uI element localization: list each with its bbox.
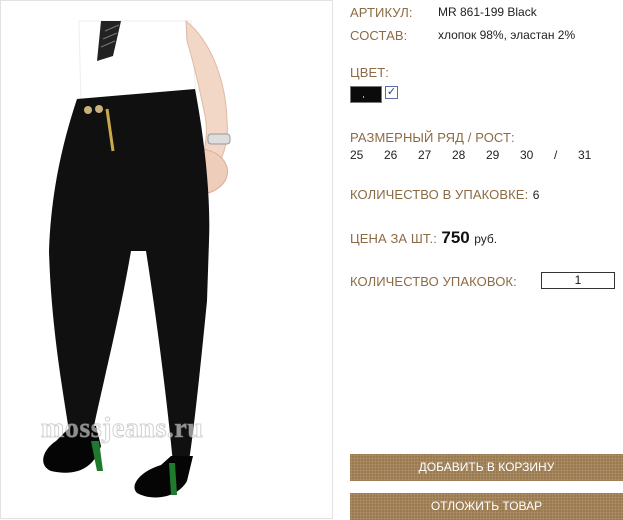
composition-label: СОСТАВ: xyxy=(350,28,408,43)
size-item: 29 xyxy=(486,148,500,162)
article-label: АРТИКУЛ: xyxy=(350,5,413,20)
watermark-text: mossjeans.ru xyxy=(40,413,204,445)
size-item: 31 xyxy=(578,148,592,162)
price-row: ЦЕНА ЗА ШТ.: 750 руб. xyxy=(350,228,497,248)
product-photo[interactable]: mossjeans.ru xyxy=(0,0,333,519)
composition-value: хлопок 98%, эластан 2% xyxy=(438,28,576,42)
article-row: АРТИКУЛ: MR 861-199 Black xyxy=(350,4,537,22)
packs-count-label: КОЛИЧЕСТВО УПАКОВОК: xyxy=(350,274,517,289)
defer-item-button[interactable]: ОТЛОЖИТЬ ТОВАР xyxy=(350,493,623,520)
price-label: ЦЕНА ЗА ШТ.: xyxy=(350,231,437,246)
size-separator: / xyxy=(554,148,558,162)
packs-quantity-input[interactable]: 1 xyxy=(541,272,615,289)
size-item: 25 xyxy=(350,148,364,162)
size-list: 25 26 27 28 29 30 / 31 xyxy=(350,148,612,162)
packs-count-row: КОЛИЧЕСТВО УПАКОВОК: xyxy=(350,273,517,291)
size-row: РАЗМЕРНЫЙ РЯД / РОСТ: xyxy=(350,129,515,147)
price-value: 750 xyxy=(441,228,470,247)
pack-quantity-value: 6 xyxy=(532,188,540,202)
pack-quantity-label: КОЛИЧЕСТВО В УПАКОВКЕ: xyxy=(350,187,529,202)
article-value: MR 861-199 Black xyxy=(438,5,537,19)
size-label: РАЗМЕРНЫЙ РЯД / РОСТ: xyxy=(350,130,515,145)
composition-row: СОСТАВ: хлопок 98%, эластан 2% xyxy=(350,27,575,45)
add-to-cart-button[interactable]: ДОБАВИТЬ В КОРЗИНУ xyxy=(350,454,623,481)
price-currency: руб. xyxy=(474,232,498,246)
pack-quantity-row: КОЛИЧЕСТВО В УПАКОВКЕ: 6 xyxy=(350,186,539,204)
size-item: 30 xyxy=(520,148,534,162)
size-item: 27 xyxy=(418,148,432,162)
color-row: ЦВЕТ: xyxy=(350,64,389,82)
color-swatch-black[interactable] xyxy=(350,86,382,104)
size-item: 28 xyxy=(452,148,466,162)
color-label: ЦВЕТ: xyxy=(350,65,390,80)
size-item: 26 xyxy=(384,148,398,162)
color-checkbox[interactable]: ✓ xyxy=(385,86,398,100)
color-options: ✓ xyxy=(350,86,398,104)
